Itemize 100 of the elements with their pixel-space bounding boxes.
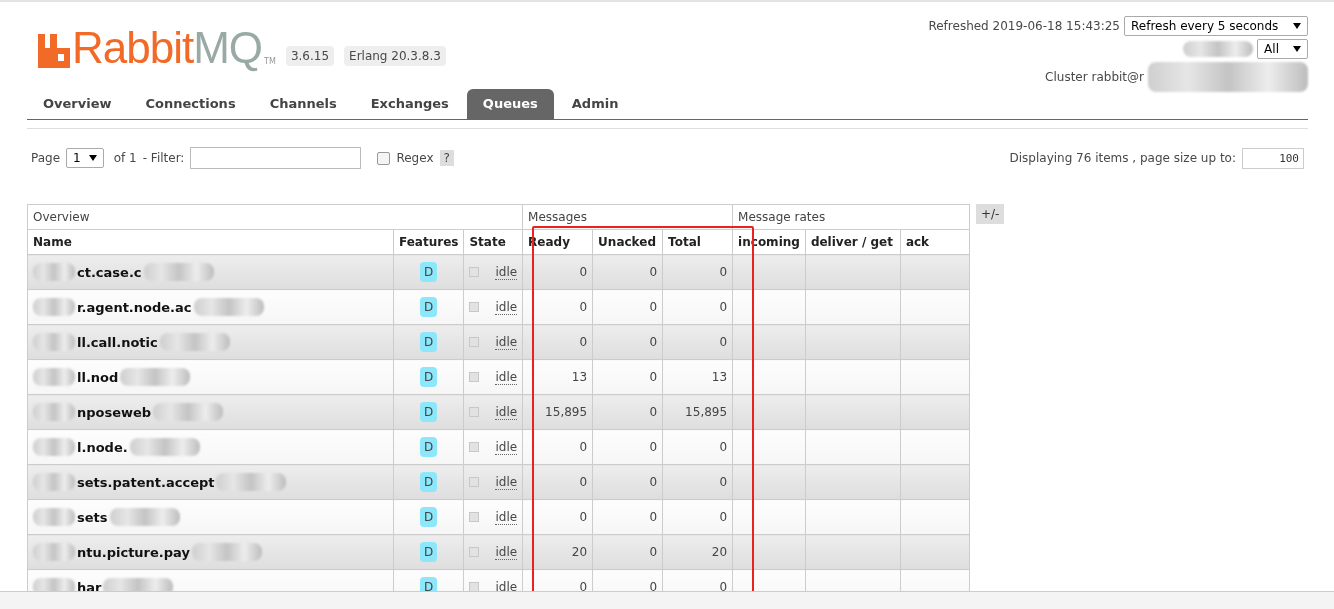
redaction-block — [153, 403, 224, 421]
queue-name[interactable]: ll.nod — [77, 369, 119, 385]
refresh-select[interactable]: Refresh every 5 seconds — [1124, 16, 1308, 36]
redaction-block — [33, 368, 75, 386]
queue-name[interactable]: r.agent.node.ac — [77, 299, 192, 315]
state-icon — [469, 477, 480, 487]
version-badge: Erlang 20.3.8.3 — [344, 46, 446, 66]
nav-tab[interactable]: Queues — [466, 89, 554, 119]
page-select[interactable]: 1 — [66, 148, 104, 168]
state-text: idle — [495, 544, 518, 560]
trademark: TM — [264, 57, 276, 66]
queue-name[interactable]: ntu.picture.pay — [77, 544, 190, 560]
table-cell: 0 — [592, 464, 663, 500]
nav-tab[interactable]: Admin — [555, 89, 635, 119]
regex-label: Regex — [396, 151, 434, 165]
column-header[interactable]: Total — [662, 229, 733, 255]
durable-badge: D — [420, 507, 438, 527]
redaction-block — [143, 263, 214, 281]
filter-label: - Filter: — [142, 151, 185, 165]
state-icon — [469, 512, 480, 522]
table-cell: 0 — [662, 289, 733, 325]
redaction-block — [33, 333, 75, 351]
state-text: idle — [495, 404, 518, 420]
refreshed-text: Refreshed 2019-06-18 15:43:25 — [928, 19, 1120, 33]
column-group-header: Overview — [27, 204, 523, 230]
filter-field[interactable] — [190, 147, 362, 169]
durable-badge: D — [420, 332, 438, 352]
nav-tab[interactable]: Overview — [27, 89, 128, 119]
queue-name[interactable]: sets.patent.accept — [77, 474, 215, 490]
rabbit-logo-icon — [38, 34, 70, 68]
column-header[interactable]: ack — [900, 229, 970, 255]
table-cell: 0 — [592, 499, 663, 535]
redaction-block — [109, 508, 180, 526]
table-cell: 0 — [592, 534, 663, 570]
caret-icon — [88, 155, 97, 161]
vhost-select[interactable]: All — [1257, 39, 1308, 59]
nav-tab[interactable]: Connections — [129, 89, 252, 119]
table-cell: 0 — [662, 429, 733, 465]
regex-checkbox[interactable] — [377, 151, 391, 165]
redaction-block — [216, 473, 287, 491]
state-icon — [469, 372, 480, 382]
table-cell: 0 — [592, 394, 663, 430]
durable-badge: D — [420, 262, 438, 282]
help-button[interactable]: ? — [439, 150, 454, 166]
redaction-block — [33, 438, 75, 456]
redaction-block — [33, 508, 75, 526]
durable-badge: D — [420, 437, 438, 457]
table-cell: 20 — [662, 534, 733, 570]
page-count: of 1 — [113, 151, 137, 165]
durable-badge: D — [420, 297, 438, 317]
state-text: idle — [495, 299, 518, 315]
redaction-block — [33, 298, 75, 316]
table-cell: 13 — [662, 359, 733, 395]
nav-tab[interactable]: Exchanges — [354, 89, 465, 119]
table-cell: 15,895 — [662, 394, 733, 430]
state-icon — [469, 442, 480, 452]
caret-icon — [1293, 46, 1301, 52]
state-text: idle — [495, 509, 518, 525]
redaction-block — [1183, 41, 1254, 57]
column-header[interactable]: Unacked — [592, 229, 663, 255]
state-text: idle — [495, 334, 518, 350]
queue-name[interactable]: ct.case.c — [77, 264, 142, 280]
state-text: idle — [495, 439, 518, 455]
redaction-block — [120, 368, 191, 386]
state-icon — [469, 267, 480, 277]
caret-icon — [1293, 23, 1301, 29]
redaction-block — [129, 438, 200, 456]
displaying-text: Displaying 76 items , page size up to: — [1009, 151, 1236, 165]
queue-name[interactable]: nposeweb — [77, 404, 152, 420]
state-text: idle — [495, 369, 518, 385]
column-header[interactable]: Features — [393, 229, 464, 255]
state-icon — [469, 547, 480, 557]
durable-badge: D — [420, 472, 438, 492]
page-size-field[interactable]: 100 — [1242, 147, 1304, 169]
redaction-block — [33, 263, 75, 281]
column-group-header: Message rates — [732, 204, 970, 230]
column-header[interactable]: Name — [27, 229, 394, 255]
page-label: Page — [31, 151, 61, 165]
columns-toggle-button[interactable]: +/- — [975, 204, 1005, 224]
queue-name[interactable]: sets — [77, 509, 108, 525]
nav-tab[interactable]: Channels — [253, 89, 353, 119]
state-icon — [469, 407, 480, 417]
table-cell: 0 — [592, 289, 663, 325]
column-header[interactable]: deliver / get — [805, 229, 901, 255]
queue-name[interactable]: ll.call.notic — [77, 334, 158, 350]
redaction-block — [33, 473, 75, 491]
state-icon — [469, 582, 480, 592]
redaction-block — [193, 298, 264, 316]
redaction-block — [33, 403, 75, 421]
table-cell: 0 — [592, 359, 663, 395]
redaction-block — [159, 333, 230, 351]
durable-badge: D — [420, 542, 438, 562]
queue-name[interactable]: l.node. — [77, 439, 128, 455]
state-text: idle — [495, 474, 518, 490]
state-text: idle — [495, 264, 518, 280]
column-header[interactable]: State — [463, 229, 523, 255]
durable-badge: D — [420, 402, 438, 422]
table-cell: 0 — [592, 429, 663, 465]
table-cell: 0 — [662, 254, 733, 290]
table-cell: 0 — [662, 324, 733, 360]
